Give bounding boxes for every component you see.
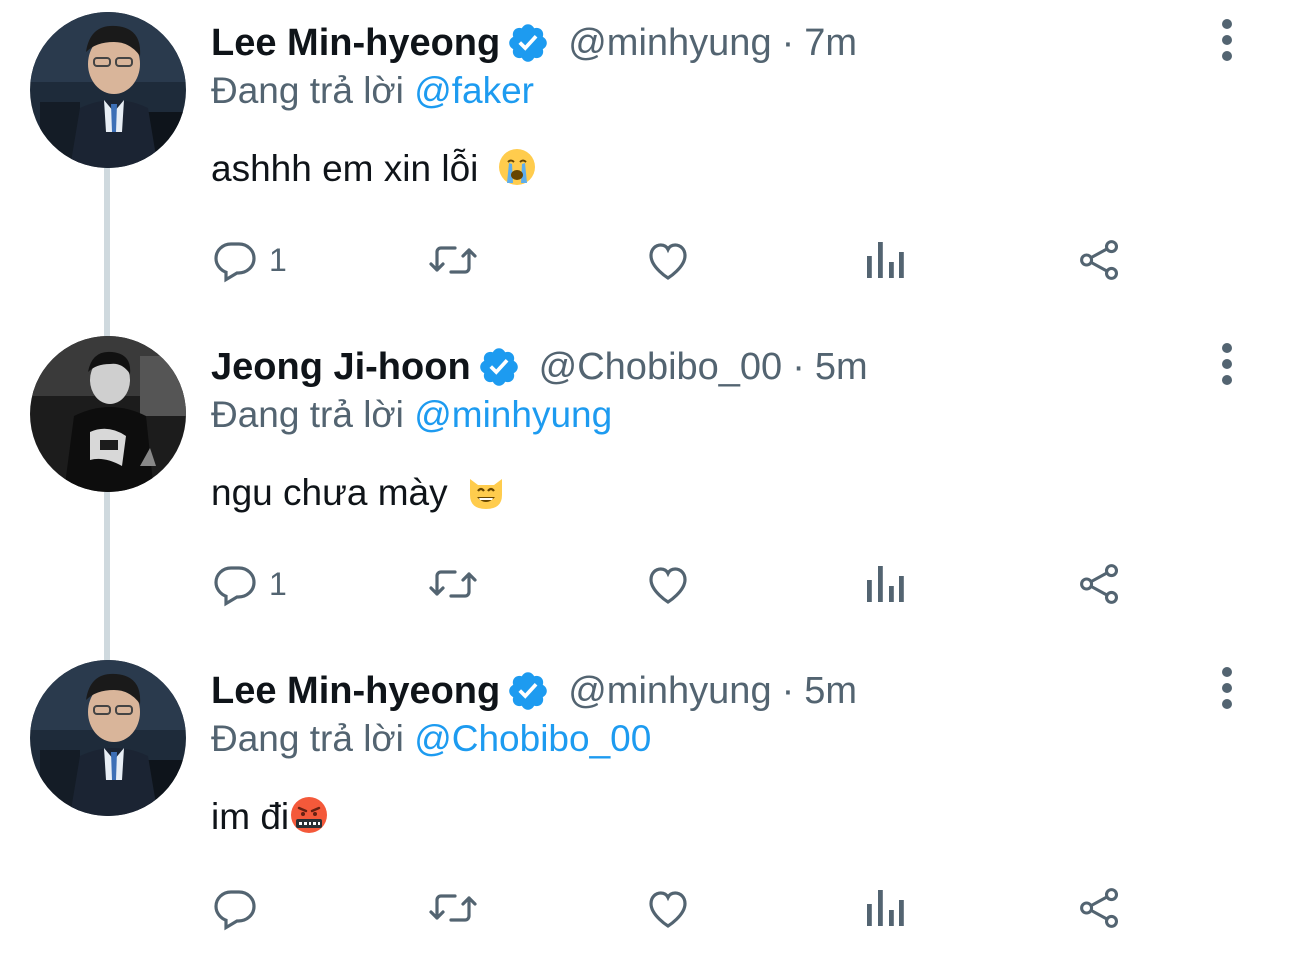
more-options-icon[interactable] (1212, 16, 1242, 64)
like-button[interactable] (643, 559, 693, 609)
thread-line (104, 492, 110, 648)
share-button[interactable] (1077, 883, 1123, 933)
replying-to: Đang trả lời @faker (211, 66, 534, 116)
tweet-text: ashhh em xin lỗi (211, 144, 537, 194)
replying-to: Đang trả lời @minhyung (211, 390, 612, 440)
like-icon (643, 560, 693, 608)
like-icon (643, 236, 693, 284)
retweet-button[interactable] (426, 235, 480, 285)
avatar[interactable] (30, 12, 186, 168)
replying-label: Đang trả lời (211, 394, 404, 435)
reply-button[interactable]: 1 (211, 235, 287, 285)
views-icon (863, 236, 907, 284)
thread-line (104, 168, 110, 324)
face-with-symbols-on-mouth-icon (289, 795, 329, 835)
tweet-text: im đi (211, 792, 329, 842)
views-button[interactable] (863, 883, 907, 933)
separator: · (781, 670, 795, 712)
like-icon (643, 884, 693, 932)
tweet-text-content: im đi (211, 796, 290, 837)
share-icon (1077, 236, 1123, 284)
verified-badge-icon (506, 669, 550, 713)
reply-button[interactable] (211, 883, 269, 933)
views-button[interactable] (863, 559, 907, 609)
verified-badge-icon (477, 345, 521, 389)
thread-line (104, 324, 110, 336)
retweet-button[interactable] (426, 883, 480, 933)
reply-count: 1 (269, 565, 287, 602)
separator: · (781, 22, 795, 64)
share-icon (1077, 884, 1123, 932)
tweet[interactable]: Jeong Ji-hoon @Chobibo_00 · 5m Đang trả … (0, 324, 1290, 648)
replying-label: Đang trả lời (211, 70, 404, 111)
separator: · (792, 346, 805, 388)
views-icon (863, 560, 907, 608)
author-handle[interactable]: @minhyung (568, 18, 771, 68)
tweet-text-content: ngu chưa mày (211, 472, 448, 513)
tweet-text-content: ashhh em xin lỗi (211, 148, 479, 189)
views-button[interactable] (863, 235, 907, 285)
reply-count: 1 (269, 241, 287, 278)
thread-line (104, 648, 110, 660)
reply-icon (211, 884, 259, 932)
reply-button[interactable]: 1 (211, 559, 287, 609)
tweet-text: ngu chưa mày (211, 468, 506, 518)
share-button[interactable] (1077, 559, 1123, 609)
retweet-button[interactable] (426, 559, 480, 609)
retweet-icon (426, 236, 480, 284)
tweet-header: Lee Min-hyeong @minhyung · 5m (211, 666, 857, 716)
reply-icon (211, 560, 259, 608)
more-options-icon[interactable] (1212, 664, 1242, 712)
author-handle[interactable]: @minhyung (568, 666, 771, 716)
replying-to: Đang trả lời @Chobibo_00 (211, 714, 651, 764)
share-icon (1077, 560, 1123, 608)
like-button[interactable] (643, 883, 693, 933)
like-button[interactable] (643, 235, 693, 285)
verified-badge-icon (506, 21, 550, 65)
timestamp[interactable]: 5m (804, 666, 857, 716)
mention-link[interactable]: @minhyung (414, 394, 612, 435)
views-icon (863, 884, 907, 932)
retweet-icon (426, 884, 480, 932)
more-options-icon[interactable] (1212, 340, 1242, 388)
author-name[interactable]: Lee Min-hyeong (211, 18, 500, 68)
author-name[interactable]: Lee Min-hyeong (211, 666, 500, 716)
reply-icon (211, 236, 259, 284)
avatar[interactable] (30, 336, 186, 492)
retweet-icon (426, 560, 480, 608)
mention-link[interactable]: @faker (414, 70, 534, 111)
author-handle[interactable]: @Chobibo_00 (539, 342, 783, 392)
avatar[interactable] (30, 660, 186, 816)
author-name[interactable]: Jeong Ji-hoon (211, 342, 471, 392)
grinning-cat-face-icon (466, 471, 506, 511)
tweet[interactable]: Lee Min-hyeong @minhyung · 5m Đang trả l… (0, 648, 1290, 972)
tweet[interactable]: Lee Min-hyeong @minhyung · 7m Đang trả l… (0, 0, 1290, 324)
tweet-header: Jeong Ji-hoon @Chobibo_00 · 5m (211, 342, 868, 392)
mention-link[interactable]: @Chobibo_00 (414, 718, 651, 759)
loudly-crying-face-icon (497, 147, 537, 187)
replying-label: Đang trả lời (211, 718, 404, 759)
timestamp[interactable]: 7m (804, 18, 857, 68)
timestamp[interactable]: 5m (815, 342, 868, 392)
tweet-header: Lee Min-hyeong @minhyung · 7m (211, 18, 857, 68)
share-button[interactable] (1077, 235, 1123, 285)
